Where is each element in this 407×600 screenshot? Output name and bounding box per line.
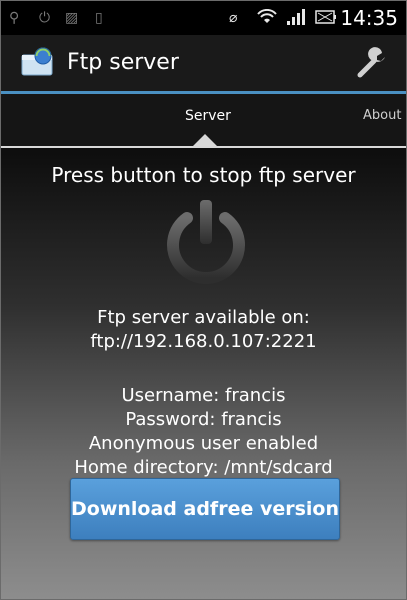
usb-icon: ⚲ <box>9 10 20 26</box>
server-url: ftp://192.168.0.107:2221 <box>90 331 317 352</box>
home-directory-text: Home directory: /mnt/sdcard <box>74 457 333 478</box>
signal-icon <box>287 9 305 30</box>
download-adfree-button[interactable]: Download adfree version <box>70 478 340 540</box>
wifi-icon <box>257 8 277 30</box>
anonymous-status: Anonymous user enabled <box>88 433 319 454</box>
ftp-app-icon[interactable] <box>21 47 55 77</box>
phone-screen: ⚲ ⏻ ▨ ▯ ⌀ 14:35 Ftp server Server About … <box>0 0 407 600</box>
app-title: Ftp server <box>67 50 179 75</box>
tab-about[interactable]: About <box>363 108 401 123</box>
instruction-text: Press button to stop ftp server <box>51 163 356 187</box>
clock: 14:35 <box>340 6 398 30</box>
battery-icon <box>315 9 337 30</box>
wrench-icon[interactable] <box>354 47 388 79</box>
image-icon: ▨ <box>65 10 79 26</box>
tab-selected-indicator <box>193 134 217 146</box>
status-bar: ⚲ ⏻ ▨ ▯ ⌀ 14:35 <box>1 1 406 35</box>
power-button[interactable] <box>159 196 253 290</box>
tab-server[interactable]: Server <box>185 108 231 124</box>
password-text: Password: francis <box>125 409 282 430</box>
available-label: Ftp server available on: <box>97 307 310 328</box>
power-icon: ⏻ <box>39 10 51 26</box>
vibrate-icon: ⌀ <box>229 10 238 26</box>
phone-icon: ▯ <box>95 10 103 26</box>
action-bar: Ftp server <box>1 35 406 91</box>
server-panel: Press button to stop ftp server Ftp serv… <box>1 148 406 599</box>
username-text: Username: francis <box>121 385 286 406</box>
